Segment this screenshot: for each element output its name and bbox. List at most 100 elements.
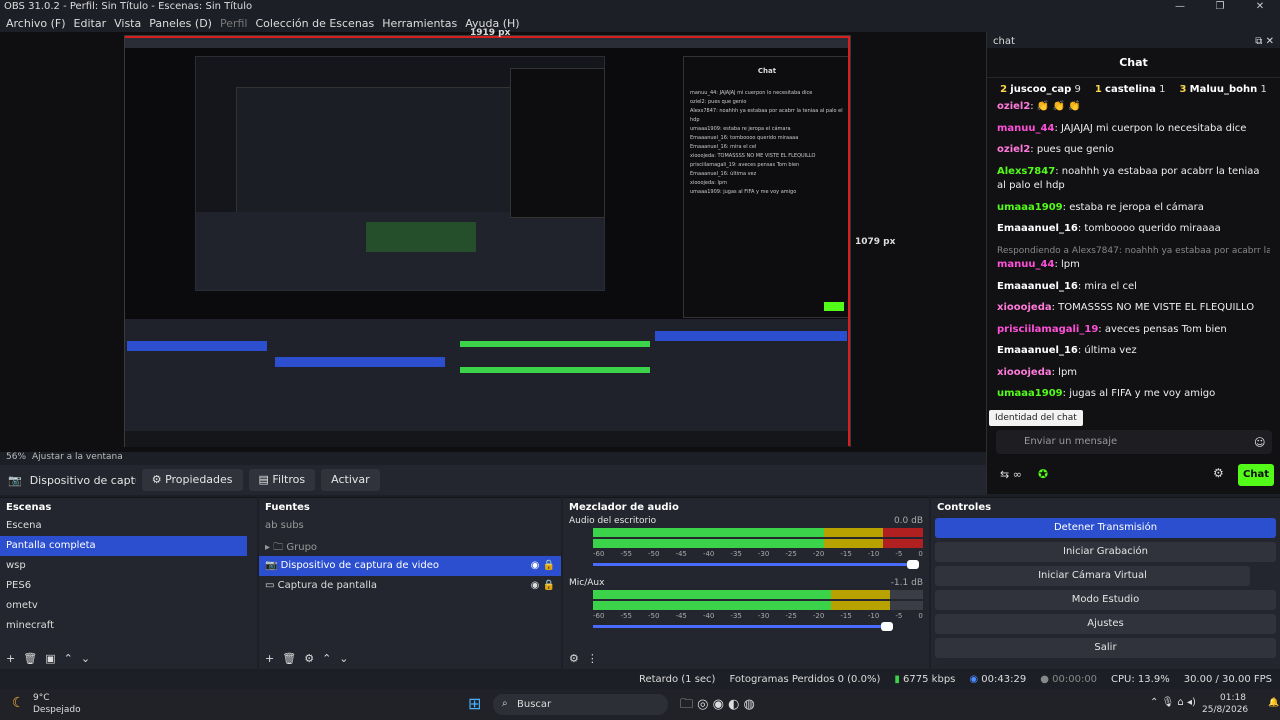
preview-canvas[interactable]: Chat manuu_44: JAJAJAJ mi cuerpon lo nec… (124, 35, 851, 447)
source-label: Grupo (286, 542, 318, 553)
sources-title: Fuentes (265, 502, 310, 513)
chat-messages: oziel2: 👏 👏 👏 manuu_44: JAJAJAJ mi cuerp… (987, 100, 1280, 402)
menu-coleccion[interactable]: Colección de Escenas (256, 17, 375, 30)
nested-chat: Chat manuu_44: JAJAJAJ mi cuerpon lo nec… (683, 56, 851, 318)
gear-icon[interactable]: ⚙ (569, 652, 579, 665)
chat-message: xiooojeda: lpm (997, 366, 1078, 378)
status-bar: Retardo (1 sec) Fotogramas Perdidos 0 (0… (0, 669, 1280, 689)
arrow-down-icon[interactable]: ⌄ (81, 652, 90, 665)
scene-item[interactable]: minecraft (0, 616, 257, 636)
scene-item[interactable]: wsp (0, 556, 257, 576)
scenes-list: Escena Pantalla completa wsp PES6 ometv … (0, 516, 257, 636)
scene-item[interactable]: PES6 (0, 576, 257, 596)
scenes-dock: Escenas Escena Pantalla completa wsp PES… (0, 497, 257, 669)
zoom-fit[interactable]: Ajustar a la ventana (32, 452, 123, 462)
menu-archivo[interactable]: Archivo (F) (6, 17, 66, 30)
menu-icon[interactable]: ⋮ (587, 652, 598, 665)
menu-bar: Archivo (F) Editar Vista Paneles (D) Per… (0, 14, 1280, 32)
chat-message: Alexs7847: noahhh ya estabaa por acabrr … (997, 165, 1260, 192)
exit-button[interactable]: Salir (935, 638, 1276, 658)
filters-button[interactable]: ▤ Filtros (248, 469, 316, 491)
dock-float-icon[interactable]: ⧉ ✕ (1255, 36, 1274, 47)
minimize-icon[interactable]: — (1160, 0, 1200, 14)
trash-icon[interactable]: 🗑 (282, 652, 296, 665)
menu-paneles[interactable]: Paneles (D) (149, 17, 212, 30)
arrow-down-icon[interactable]: ⌄ (339, 652, 348, 665)
stop-stream-button[interactable]: Detener Transmisión (935, 518, 1276, 538)
chat-message: oziel2: pues que genio (997, 144, 1114, 155)
scene-item[interactable]: Pantalla completa (0, 536, 247, 556)
weather-icon: ☾ (12, 695, 25, 711)
gear-icon[interactable]: ⚙ (1213, 466, 1224, 480)
source-item[interactable]: 📷 Dispositivo de captura de video ◉ 🔒 (259, 556, 561, 576)
audio-mixer-dock: Mezclador de audio Audio del escritorio 0… (563, 497, 929, 669)
chat-message: prisciilamagali_19: aveces pensas Tom bi… (997, 323, 1227, 335)
chat-reply-context: Respondiendo a Alexs7847: noahhh ya esta… (997, 245, 1270, 256)
volume-meter (593, 601, 923, 610)
source-label: Dispositivo de captura de video (280, 560, 440, 571)
notification-icon[interactable]: 🔔 (1268, 698, 1279, 708)
volume-meter (593, 528, 923, 537)
settings-button[interactable]: Ajustes (935, 614, 1276, 634)
channel-db: -1.1 dB (890, 578, 923, 588)
scene-item[interactable]: Escena (0, 516, 257, 536)
maximize-icon[interactable]: ❐ (1200, 0, 1240, 14)
volume-meter (593, 590, 923, 599)
menu-editar[interactable]: Editar (74, 17, 107, 30)
source-toolbar: 📷 Dispositivo de captura de v ⚙ Propieda… (0, 465, 986, 495)
activate-button[interactable]: Activar (321, 469, 380, 491)
trash-icon[interactable]: 🗑 (23, 652, 37, 665)
temperature: 9°C (33, 693, 50, 703)
live-time: ◉ 00:43:29 (969, 673, 1027, 685)
add-icon[interactable]: + (6, 652, 15, 665)
menu-vista[interactable]: Vista (114, 17, 141, 30)
close-icon[interactable]: ✕ (1240, 0, 1280, 14)
meter-ticks: -60 -55 -50 -45 -40 -35 -30 -25 -20 -15 -10 -5 0 (593, 550, 923, 558)
emoji-icon[interactable]: ☺ (1254, 436, 1265, 449)
meter-ticks: -60 -55 -50 -45 -40 -35 -30 -25 -20 -15 -10 -5 0 (593, 612, 923, 620)
nested-docks (125, 319, 850, 447)
controls-title: Controles (937, 502, 992, 513)
chat-podium: 2 juscoo_cap 9 1 castelina 1 3 Maluu_boh… (987, 78, 1280, 100)
windows-start-icon[interactable]: ⊞ (468, 694, 481, 713)
chat-send-button[interactable]: Chat (1238, 464, 1274, 486)
volume-slider[interactable] (593, 622, 893, 631)
source-item[interactable]: ▭ Captura de pantalla ◉ 🔒 (259, 576, 561, 596)
properties-label: Propiedades (165, 473, 233, 486)
start-recording-button[interactable]: Iniciar Grabación (935, 542, 1276, 562)
zoom-level[interactable]: 56% (6, 452, 26, 462)
selected-source-label: Dispositivo de captura de v (29, 473, 136, 487)
window-title: OBS 31.0.2 - Perfil: Sin Título - Escena… (4, 1, 253, 12)
source-item[interactable]: ab subs (259, 516, 561, 536)
menu-herramientas[interactable]: Herramientas (382, 17, 457, 30)
chat-identity-tooltip: Identidad del chat (989, 410, 1083, 426)
properties-button[interactable]: ⚙ Propiedades (141, 469, 243, 491)
eye-icon[interactable]: ◉ 🔒 (531, 580, 555, 591)
taskbar-apps[interactable]: 🗀 ◎ ◉ ◐ ◍ (680, 695, 755, 717)
scene-item[interactable]: ometv (0, 596, 257, 616)
filter-icon[interactable]: ▣ (45, 652, 55, 665)
taskbar-search[interactable]: Buscar (493, 694, 668, 715)
eye-icon[interactable]: ◉ 🔒 (531, 560, 555, 571)
virtual-camera-button[interactable]: Iniciar Cámara Virtual (935, 566, 1250, 586)
channel-name: Mic/Aux (569, 578, 605, 588)
kick-icon[interactable]: ✪ (1038, 467, 1048, 481)
chat-dock-title: chat (993, 36, 1015, 47)
rec-time: ● 00:00:00 (1040, 673, 1098, 685)
arrow-up-icon[interactable]: ⌃ (322, 652, 331, 665)
bitrate: ▮ 6775 kbps (894, 673, 956, 685)
cpu-usage: CPU: 13.9% (1111, 673, 1170, 685)
source-item[interactable]: ▸ 🗀 Grupo (259, 536, 561, 556)
gear-icon[interactable]: ⚙ (304, 652, 314, 665)
chat-input[interactable]: Enviar un mensaje (996, 430, 1272, 454)
studio-mode-button[interactable]: Modo Estudio (935, 590, 1276, 610)
share-icon[interactable]: ⇆ ∞ (1000, 468, 1022, 481)
podium-item: 3 Maluu_bohn 1 (1179, 83, 1267, 95)
weather-text: Despejado (33, 705, 81, 715)
arrow-up-icon[interactable]: ⌃ (64, 652, 73, 665)
volume-slider[interactable] (593, 560, 919, 569)
tray-icons[interactable]: ⌃ 🎙 ⌂ ◂) (1150, 697, 1196, 708)
chat-message: manuu_44: JAJAJAJ mi cuerpon lo necesita… (997, 122, 1247, 134)
menu-perfil[interactable]: Perfil (220, 17, 248, 30)
add-icon[interactable]: + (265, 652, 274, 665)
